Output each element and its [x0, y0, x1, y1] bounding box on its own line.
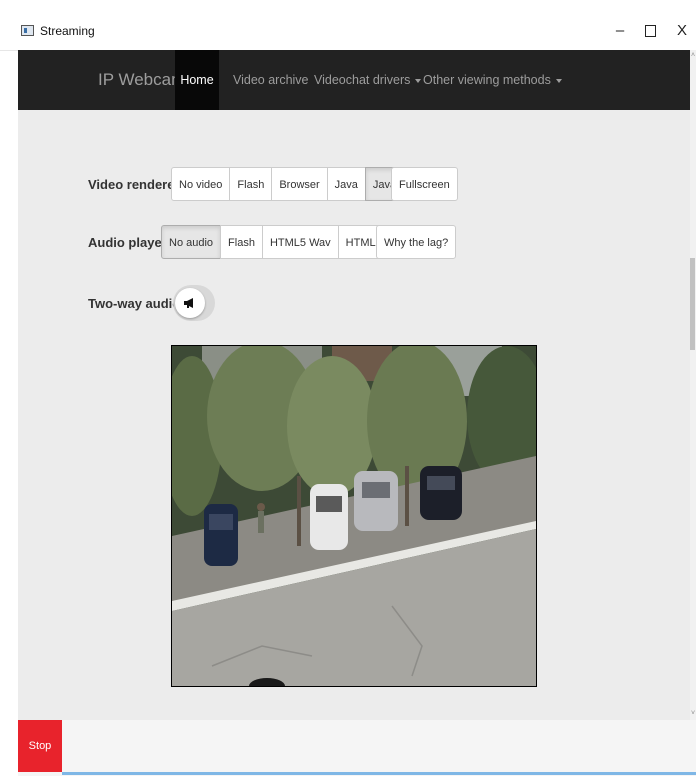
video-renderer-browser[interactable]: Browser: [271, 167, 328, 201]
nav-home-label: Home: [180, 73, 214, 87]
window-titlebar: Streaming – X: [0, 0, 696, 51]
audio-player-no-audio[interactable]: No audio: [161, 225, 222, 259]
stop-button[interactable]: Stop: [18, 720, 62, 772]
fullscreen-button[interactable]: Fullscreen: [391, 167, 458, 201]
nav-videochat-drivers[interactable]: Videochat drivers: [314, 50, 422, 110]
nav-video-archive-label: Video archive: [233, 73, 309, 87]
audio-player-label: Audio player: [88, 235, 167, 250]
toggle-knob: [175, 288, 205, 318]
fullscreen-group: Fullscreen: [391, 167, 458, 201]
minimize-button[interactable]: –: [608, 20, 632, 42]
maximize-icon: [644, 25, 656, 38]
scroll-thumb[interactable]: [690, 258, 695, 350]
video-renderer-label: Video renderer: [88, 177, 180, 192]
why-lag-group: Why the lag?: [376, 225, 457, 259]
video-renderer-java[interactable]: Java: [326, 167, 366, 201]
app-icon: [21, 25, 34, 36]
why-the-lag-button[interactable]: Why the lag?: [376, 225, 457, 259]
status-line: [62, 772, 696, 775]
maximize-button[interactable]: [638, 20, 662, 42]
two-way-audio-toggle[interactable]: [173, 285, 215, 321]
bottom-bar: Stop: [18, 720, 696, 776]
megaphone-icon: [184, 298, 193, 308]
audio-player-html5-wav[interactable]: HTML5 Wav: [261, 225, 339, 259]
nav-home[interactable]: Home: [175, 50, 219, 110]
brand-link[interactable]: IP Webcam: [98, 50, 185, 110]
top-navbar: IP Webcam Home Video archive Videochat d…: [18, 50, 690, 110]
close-button[interactable]: X: [670, 20, 694, 42]
nav-videochat-drivers-label: Videochat drivers: [314, 73, 411, 87]
audio-player-flash[interactable]: Flash: [220, 225, 263, 259]
nav-other-viewing-methods[interactable]: Other viewing methods: [423, 50, 562, 110]
scroll-up-arrow-icon[interactable]: ˄: [690, 52, 696, 60]
scroll-down-arrow-icon[interactable]: ˅: [690, 710, 696, 718]
video-renderer-flash[interactable]: Flash: [229, 167, 273, 201]
two-way-audio-label: Two-way audio: [88, 296, 181, 311]
nav-video-archive[interactable]: Video archive: [233, 50, 309, 110]
window-title: Streaming: [40, 24, 95, 38]
main-content: Video renderer No video Flash Browser Ja…: [18, 110, 690, 720]
camera-feed-image: [171, 345, 537, 687]
caret-down-icon: [555, 78, 562, 83]
caret-down-icon: [415, 78, 422, 83]
camera-feed-scene: [172, 346, 536, 686]
video-renderer-no-video[interactable]: No video: [171, 167, 231, 201]
nav-other-viewing-methods-label: Other viewing methods: [423, 73, 551, 87]
vertical-scrollbar[interactable]: ˄ ˅: [690, 50, 696, 720]
